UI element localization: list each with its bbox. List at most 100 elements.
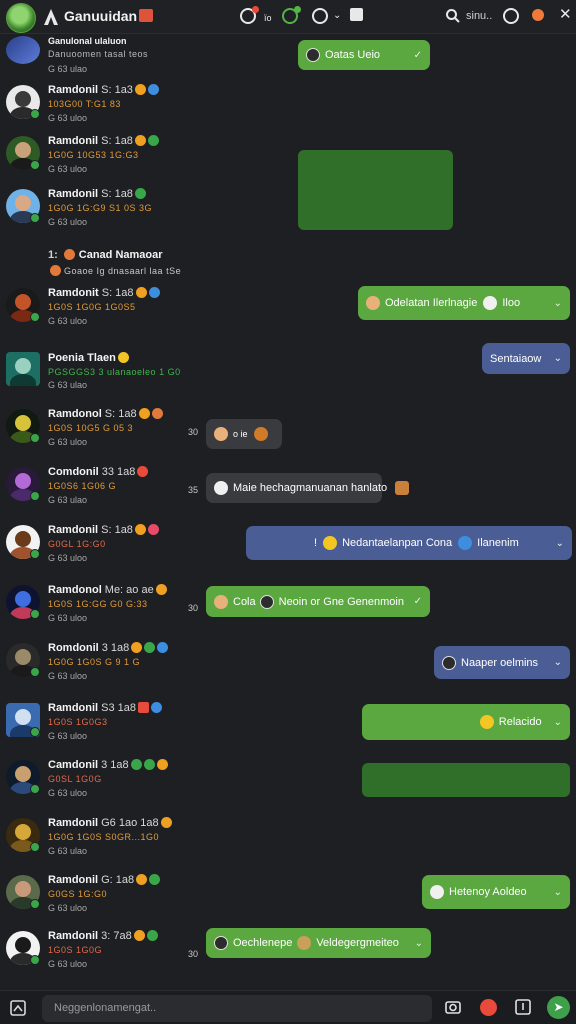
emoji-icon: [134, 84, 146, 95]
activity-count-icon: ïo: [264, 13, 272, 23]
chevron-down-icon[interactable]: ⌄: [548, 717, 562, 728]
avatar-icon: [442, 655, 456, 670]
item-name: Ramdonil 3: 7a8: [48, 930, 158, 942]
send-icon[interactable]: ➤: [547, 996, 570, 1019]
online-badge-icon: [30, 433, 40, 443]
sticker-icon[interactable]: [515, 999, 531, 1015]
list-item[interactable]: Ganulonal ulaluon Danuoomen tasal teos G…: [0, 36, 200, 80]
emoji-icon: [117, 352, 129, 363]
list-item[interactable]: Ramdonil S: 1a3 103G00 T:G1 83 G 63 uloo: [0, 83, 200, 139]
close-icon[interactable]: ✕: [559, 6, 572, 24]
reply-icon: [306, 48, 320, 62]
item-name: Poenia Tlaen: [48, 352, 129, 364]
bottom-bar: Neggenlonamengat.. ➤: [0, 990, 576, 1024]
list-item[interactable]: Ramdonil G: 1a8 G0GS 1G:G0 G 63 uloo: [0, 873, 200, 929]
item-name: Romdonil 3 1a8: [48, 642, 169, 654]
message-bubble[interactable]: Relacido ⌄: [362, 704, 570, 740]
list-item[interactable]: Ramdonol S: 1a8 1G0S 10G5 G 05 3 G 63 ulo…: [0, 407, 200, 463]
camera-icon[interactable]: [445, 999, 461, 1015]
list-item[interactable]: Ramdonil S: 1a8 1G0G 10G53 1G:G3 G 63 ulo…: [0, 134, 200, 190]
online-badge-icon: [30, 667, 40, 677]
item-side-number: 30: [188, 603, 199, 613]
app-logo-icon: [44, 9, 58, 25]
item-name: Comdonil 33 1a8: [48, 466, 149, 478]
emoji-icon: [136, 874, 148, 885]
clock-icon[interactable]: [503, 8, 519, 24]
message-bubble[interactable]: Hetenoy Aoldeo ⌄: [422, 875, 570, 909]
item-subtitle: Danuoomen tasal teos: [48, 49, 149, 59]
item-subtitle: 1G0S6 1G06 G: [48, 481, 117, 491]
search-icon[interactable]: [445, 8, 461, 24]
verified-icon: [146, 930, 158, 941]
chevron-down-icon[interactable]: ✓: [408, 596, 422, 607]
emoji-icon: [160, 817, 172, 828]
list-item[interactable]: Ramdonil 3: 7a8 1G0S 1G0G G 63 uloo 30: [0, 929, 200, 985]
avatar-icon: [297, 936, 312, 950]
alert-icon[interactable]: [532, 9, 544, 21]
chevron-down-icon[interactable]: ✓: [408, 50, 422, 61]
list-item[interactable]: 1: Canad Namaoar Goaoe Ig dnasaarl laa tS…: [0, 245, 200, 281]
app-title: Ganuuidan: [64, 8, 138, 24]
item-subtitle: 1G0G 1G0S S0GR...1G0: [48, 832, 160, 842]
item-meta: G 63 ulao: [48, 64, 88, 74]
item-meta: G 63 ulao: [48, 380, 88, 390]
avatar-icon: [366, 296, 380, 310]
chevron-down-icon[interactable]: ⌄: [548, 657, 562, 668]
user-avatar[interactable]: [6, 3, 36, 33]
emoji-icon: [138, 408, 150, 419]
item-name: Ramdonol Me: ao ae: [48, 584, 167, 596]
online-badge-icon: [30, 312, 40, 322]
list-item[interactable]: Comdonil 33 1a8 1G0S6 1G06 G G 63 ulao 35: [0, 465, 200, 521]
message-bubble[interactable]: Cola Neoin or Gne Genenmoin ✓: [206, 586, 430, 617]
media-message-block[interactable]: [362, 763, 570, 797]
message-bubble[interactable]: ! Nedantaelanpan Cona Ilanenim ⌄: [246, 526, 572, 560]
item-name: Ramdonit S: 1a8: [48, 287, 160, 299]
list-item[interactable]: Ramdonil S: 1a8 G0GL 1G:G0 G 63 uloo: [0, 523, 200, 579]
list-item[interactable]: Ramdonil G6 1ao 1a8 1G0G 1G0S S0GR...1G0 …: [0, 816, 200, 872]
emoji-icon: [135, 287, 147, 298]
chevron-down-icon[interactable]: ⌄: [548, 353, 562, 364]
list-item[interactable]: Poenia Tlaen PGSGGS3 3 ulanaoeleo 1 G0 G…: [0, 350, 200, 406]
item-meta: G 63 uloo: [48, 959, 88, 969]
verified-icon: [149, 874, 161, 885]
message-bubble[interactable]: Oechlenepe Veldegergmeiteo ⌄: [206, 928, 431, 958]
chevron-down-icon[interactable]: ⌄: [409, 938, 423, 949]
notification-badge[interactable]: [139, 9, 153, 22]
chevron-down-icon[interactable]: ⌄: [548, 298, 562, 309]
list-item[interactable]: Ramdonol Me: ao ae 1G0S 1G:GG G0 G:33 G 6…: [0, 583, 200, 639]
message-input[interactable]: Neggenlonamengat..: [42, 995, 432, 1022]
message-bubble[interactable]: Sentaiaow ⌄: [482, 343, 570, 374]
list-item[interactable]: Romdonil 3 1a8 1G0G 1G0S G 9 1 G G 63 ulo…: [0, 641, 200, 697]
media-message-block[interactable]: [298, 150, 453, 230]
avatar-icon: [259, 594, 274, 609]
online-badge-icon: [30, 899, 40, 909]
emoji-icon: [151, 408, 163, 419]
avatar-icon: [458, 536, 473, 550]
online-badge-icon: [30, 109, 40, 119]
item-meta: G 63 uloo: [48, 553, 88, 563]
list-item[interactable]: Ramdonil S3 1a8 1G0S 1G0G3 G 63 uloo: [0, 701, 200, 757]
item-subtitle: G0GL 1G:G0: [48, 539, 106, 549]
message-bubble[interactable]: Oatas Ueio ✓: [298, 40, 430, 70]
item-side-number: 35: [188, 485, 199, 495]
chevron-down-icon[interactable]: ⌄: [333, 7, 341, 25]
verified-icon: [157, 642, 169, 653]
message-bubble[interactable]: Odelatan Ilerlnagie Iloo ⌄: [358, 286, 570, 320]
item-meta: G 63 uloo: [48, 613, 88, 623]
record-icon[interactable]: [480, 999, 497, 1016]
chevron-down-icon[interactable]: ⌄: [548, 887, 562, 898]
window-icon[interactable]: [350, 8, 363, 21]
list-item[interactable]: Ramdonit S: 1a8 1G0S 1G0G 1G0S5 G 63 uloo: [0, 286, 200, 342]
info-icon[interactable]: [312, 8, 328, 24]
emoji-icon: [137, 466, 149, 477]
attach-icon[interactable]: [10, 1000, 26, 1016]
item-name: Ramdonil G6 1ao 1a8: [48, 817, 172, 829]
message-bubble[interactable]: Maie hechagmanuanan hanlato: [206, 473, 410, 503]
message-bubble[interactable]: Naaper oelmins ⌄: [434, 646, 570, 679]
list-item[interactable]: Ramdonil S: 1a8 1G0G 1G:G9 S1 0S 3G G 63 …: [0, 187, 200, 243]
list-item[interactable]: Camdonil 3 1a8 G0SL 1G0G G 63 uloo: [0, 758, 200, 814]
verified-icon: [147, 84, 159, 95]
chevron-down-icon[interactable]: ⌄: [550, 538, 564, 549]
item-side-number: 30: [188, 427, 199, 437]
message-bubble[interactable]: o ie: [206, 419, 282, 449]
